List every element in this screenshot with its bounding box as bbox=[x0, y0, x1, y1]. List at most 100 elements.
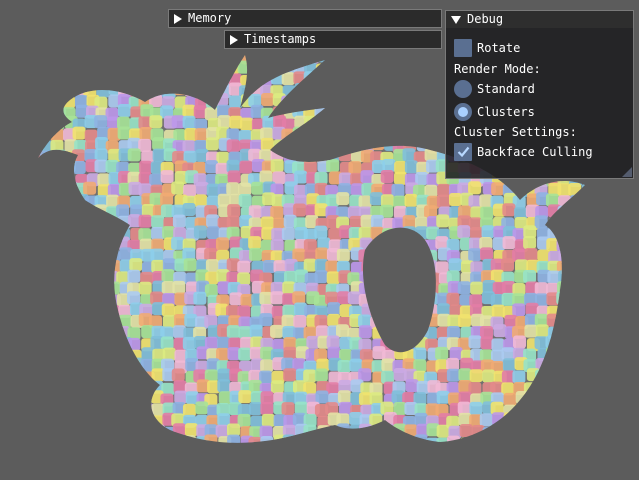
cluster-patch bbox=[569, 447, 582, 460]
cluster-patch bbox=[414, 458, 427, 471]
cluster-patch bbox=[162, 445, 175, 458]
cluster-patch bbox=[592, 249, 605, 262]
cluster-patch bbox=[96, 335, 110, 349]
cluster-patch bbox=[75, 206, 89, 220]
cluster-patch bbox=[50, 269, 64, 283]
cluster-patch bbox=[581, 247, 585, 261]
cluster-patch bbox=[53, 303, 67, 317]
cluster-patch bbox=[491, 459, 504, 472]
cluster-patch bbox=[116, 60, 130, 74]
cluster-patch bbox=[41, 434, 55, 443]
cluster-patch bbox=[73, 392, 87, 406]
backface-culling-checkbox[interactable] bbox=[454, 143, 472, 161]
cluster-patch bbox=[536, 435, 550, 443]
cluster-patch bbox=[50, 95, 64, 109]
cluster-patch bbox=[381, 118, 395, 132]
cluster-patch bbox=[116, 391, 130, 405]
cluster-patch bbox=[63, 39, 76, 52]
cluster-patch bbox=[490, 435, 504, 443]
memory-window-header[interactable]: Memory bbox=[169, 10, 441, 27]
memory-window[interactable]: Memory bbox=[168, 9, 442, 28]
render-mode-heading-row: Render Mode: bbox=[454, 59, 541, 79]
cluster-patch bbox=[402, 55, 416, 63]
cluster-patch bbox=[183, 458, 196, 471]
cluster-patch bbox=[592, 291, 605, 304]
cluster-patch bbox=[50, 72, 64, 86]
cluster-patch bbox=[405, 96, 419, 110]
cluster-patch bbox=[39, 82, 53, 96]
cluster-patch bbox=[105, 390, 119, 404]
resize-grip[interactable] bbox=[622, 167, 632, 177]
cluster-patch bbox=[558, 392, 572, 406]
cluster-patch bbox=[140, 426, 154, 440]
cluster-patch bbox=[72, 315, 86, 329]
cluster-patch bbox=[570, 404, 584, 418]
cluster-patch bbox=[38, 415, 44, 429]
render-mode-standard-row[interactable]: Standard bbox=[454, 79, 535, 99]
debug-window[interactable]: Debug Rotate Render Mode: Standard Clust… bbox=[445, 10, 634, 179]
cluster-patch bbox=[568, 304, 582, 318]
cluster-patch bbox=[589, 194, 602, 207]
cluster-patch bbox=[514, 447, 527, 460]
cluster-patch bbox=[74, 359, 88, 373]
timestamps-window[interactable]: Timestamps bbox=[224, 30, 442, 49]
cluster-patch bbox=[372, 126, 386, 140]
cluster-patch bbox=[61, 193, 75, 207]
cluster-patch bbox=[74, 304, 88, 318]
cluster-patch bbox=[127, 435, 141, 443]
cluster-patch bbox=[249, 72, 263, 86]
cluster-patch bbox=[97, 327, 111, 341]
cluster-patch bbox=[538, 446, 551, 459]
standard-radio[interactable] bbox=[454, 80, 472, 98]
cluster-patch bbox=[327, 71, 341, 85]
cluster-patch bbox=[41, 390, 55, 404]
cluster-patch bbox=[174, 459, 187, 472]
cluster-patch bbox=[305, 138, 319, 152]
cluster-patch bbox=[593, 347, 606, 360]
cluster-patch bbox=[64, 403, 78, 417]
cluster-patch bbox=[107, 456, 120, 469]
cluster-patch bbox=[469, 449, 482, 462]
cluster-patch bbox=[293, 140, 307, 154]
cluster-patch bbox=[579, 348, 585, 362]
cluster-patch bbox=[327, 105, 341, 119]
timestamps-window-header[interactable]: Timestamps bbox=[225, 31, 441, 48]
cluster-patch bbox=[578, 337, 585, 351]
cluster-patch bbox=[405, 83, 419, 97]
cluster-patch bbox=[127, 371, 141, 385]
cluster-patch bbox=[38, 402, 43, 416]
clusters-radio[interactable] bbox=[454, 103, 472, 121]
cluster-patch bbox=[317, 138, 331, 152]
cluster-patch bbox=[30, 40, 43, 53]
cluster-patch bbox=[72, 61, 86, 75]
cluster-patch bbox=[548, 436, 562, 443]
cluster-patch bbox=[251, 446, 264, 459]
cluster-patch bbox=[358, 93, 372, 107]
backface-culling-row[interactable]: Backface Culling bbox=[454, 142, 593, 162]
cluster-patch bbox=[468, 459, 481, 472]
cluster-patch bbox=[106, 239, 120, 253]
cluster-patch bbox=[41, 194, 55, 208]
cluster-patch bbox=[403, 73, 417, 87]
cluster-patch bbox=[349, 117, 363, 131]
cluster-patch bbox=[591, 304, 604, 317]
cluster-patch bbox=[591, 313, 604, 326]
cluster-patch bbox=[282, 456, 295, 469]
cluster-patch bbox=[39, 261, 53, 275]
cluster-patch bbox=[184, 55, 198, 63]
cluster-patch bbox=[303, 126, 317, 140]
cluster-patch bbox=[38, 370, 45, 384]
cluster-patch bbox=[107, 63, 121, 77]
cluster-patch bbox=[73, 55, 87, 66]
cluster-patch bbox=[592, 416, 605, 429]
render-mode-clusters-row[interactable]: Clusters bbox=[454, 102, 535, 122]
rotate-checkbox-row[interactable]: Rotate bbox=[454, 38, 520, 58]
cluster-patch bbox=[61, 435, 75, 443]
cluster-patch bbox=[149, 437, 163, 443]
cluster-patch bbox=[317, 446, 330, 459]
backface-culling-label: Backface Culling bbox=[477, 145, 593, 159]
cluster-patch bbox=[40, 457, 53, 470]
cluster-patch bbox=[558, 304, 572, 318]
rotate-checkbox[interactable] bbox=[454, 39, 472, 57]
debug-window-header[interactable]: Debug bbox=[446, 11, 633, 28]
